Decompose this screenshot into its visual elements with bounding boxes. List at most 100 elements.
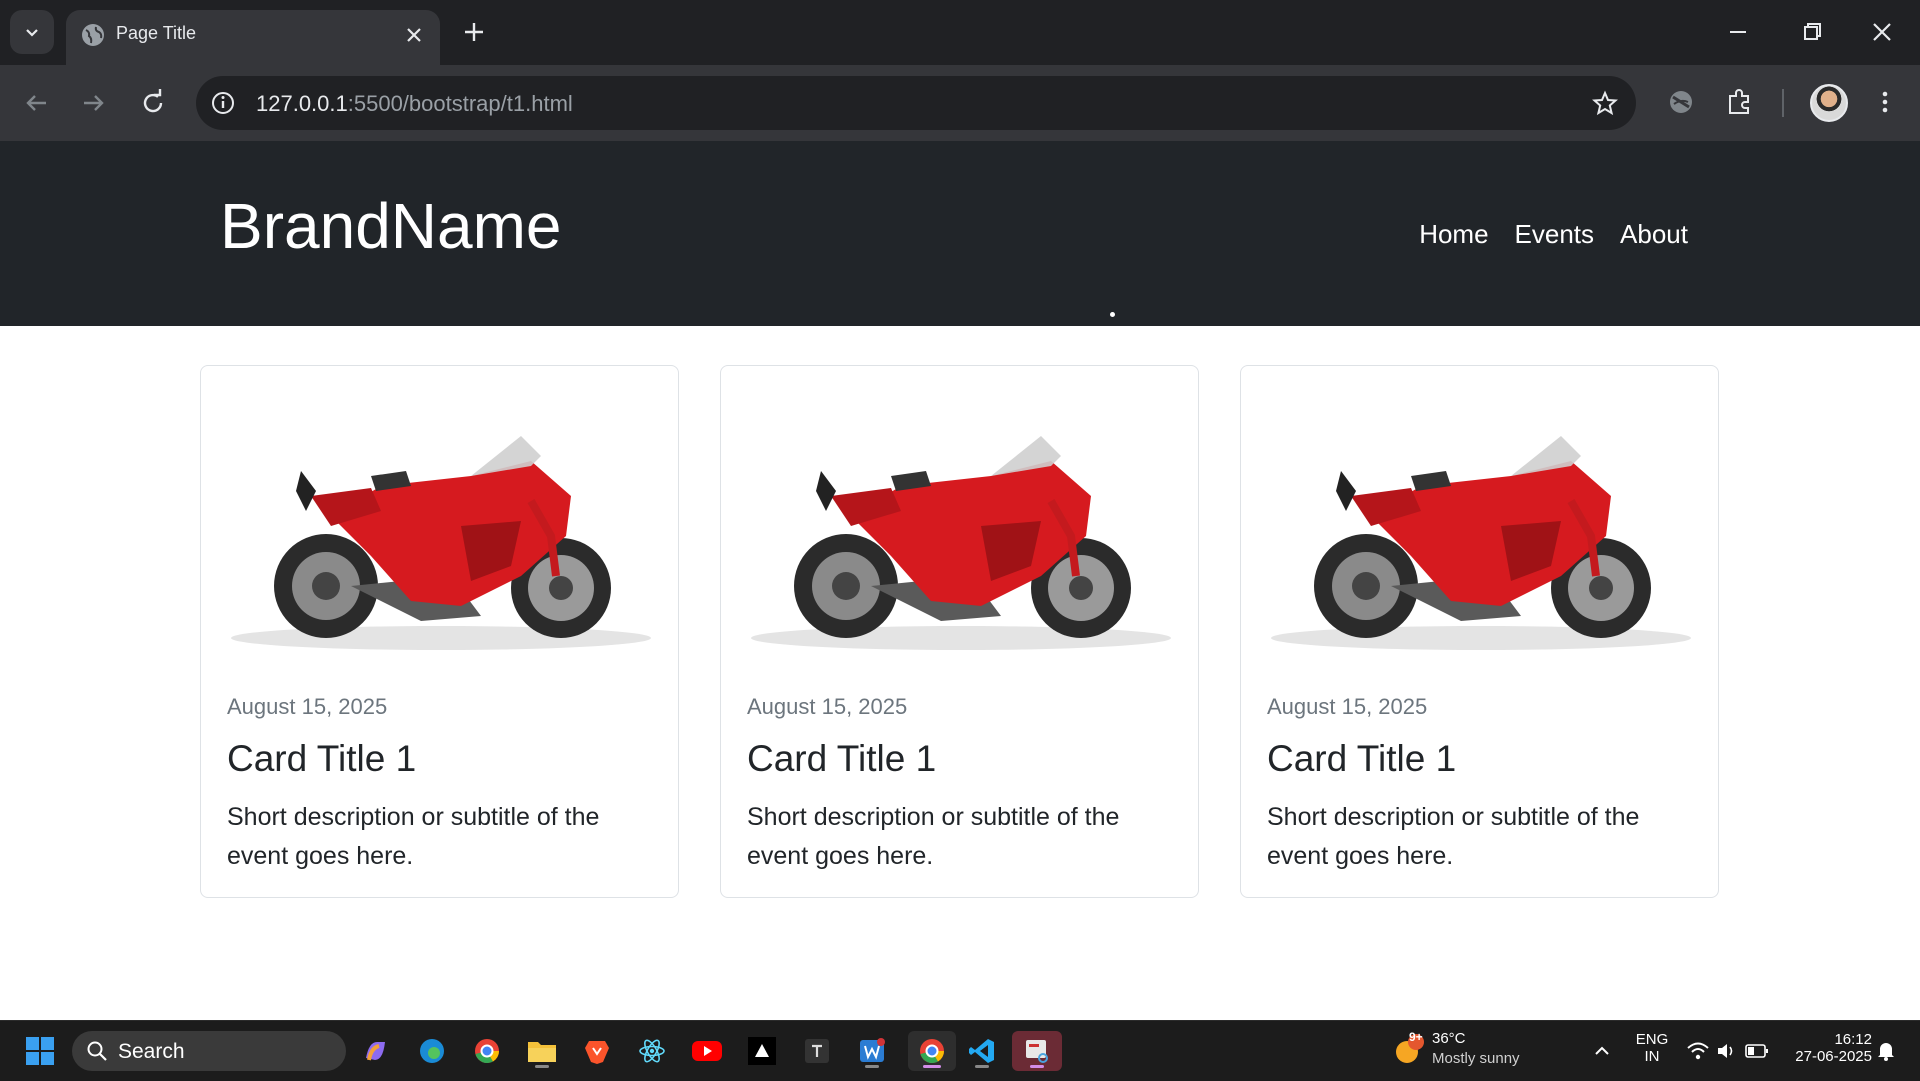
card-description: Short description or subtitle of the eve… <box>747 803 1120 870</box>
active-indicator <box>1030 1065 1044 1068</box>
tab-title: Page Title <box>116 23 197 43</box>
react-app[interactable] <box>632 1031 672 1071</box>
event-card[interactable]: August 15, 2025 Card Title 1 Short descr… <box>200 365 679 898</box>
vscode-icon <box>969 1039 994 1063</box>
react-icon <box>639 1039 665 1063</box>
extension-block-icon[interactable] <box>1666 87 1696 117</box>
brave-app[interactable] <box>577 1031 617 1071</box>
weather-description: Mostly sunny <box>1432 1050 1520 1067</box>
battery-icon[interactable] <box>1745 1042 1769 1060</box>
clock[interactable]: 16:12 27-06-2025 <box>1782 1031 1872 1065</box>
notion-app[interactable] <box>742 1031 782 1071</box>
restore-icon[interactable] <box>1796 16 1828 48</box>
chevron-down-icon <box>26 29 38 37</box>
site-navbar: BrandName Home Events About <box>0 141 1920 326</box>
card-description: Short description or subtitle of the eve… <box>227 803 600 870</box>
event-card[interactable]: August 15, 2025 Card Title 1 Short descr… <box>1240 365 1719 898</box>
card-description: Short description or subtitle of the eve… <box>1267 803 1640 870</box>
youtube-icon <box>692 1041 722 1061</box>
card-date: August 15, 2025 <box>227 694 388 719</box>
globe-icon <box>82 24 104 46</box>
region-code: IN <box>1644 1048 1660 1065</box>
windows-logo-icon <box>26 1037 54 1065</box>
volume-icon[interactable] <box>1715 1040 1737 1062</box>
card-date: August 15, 2025 <box>1267 694 1428 719</box>
url-text: 127.0.0.1:5500/bootstrap/t1.html <box>256 91 573 117</box>
vscode-app[interactable] <box>962 1031 1002 1071</box>
close-window-icon[interactable] <box>1866 16 1898 48</box>
motorcycle-image <box>741 406 1181 666</box>
back-icon[interactable] <box>20 87 52 119</box>
browser-tab[interactable]: Page Title <box>66 10 440 65</box>
edge-icon <box>420 1039 444 1063</box>
tab-search-button[interactable] <box>10 10 54 54</box>
card-title: Card Title 1 <box>747 738 937 779</box>
file-explorer-app[interactable] <box>522 1031 562 1071</box>
active-indicator <box>923 1065 941 1068</box>
card-title: Card Title 1 <box>227 738 417 779</box>
word-app[interactable] <box>852 1031 892 1071</box>
clock-date: 27-06-2025 <box>1795 1048 1872 1065</box>
browser-toolbar: 127.0.0.1:5500/bootstrap/t1.html <box>0 65 1920 141</box>
motorcycle-image <box>1261 406 1701 666</box>
wifi-icon[interactable] <box>1686 1040 1710 1062</box>
language-code: ENG <box>1635 1031 1669 1048</box>
extensions-puzzle-icon[interactable] <box>1725 87 1755 117</box>
site-info-icon[interactable] <box>210 90 236 116</box>
copilot-app[interactable] <box>356 1031 396 1071</box>
brave-icon <box>585 1041 609 1064</box>
chevron-up-icon[interactable] <box>1592 1041 1612 1061</box>
clock-time: 16:12 <box>1834 1031 1872 1048</box>
triangle-app-icon <box>748 1037 776 1065</box>
word-icon <box>860 1038 885 1062</box>
nav-link-about[interactable]: About <box>1620 219 1688 250</box>
forward-icon[interactable] <box>78 87 110 119</box>
profile-avatar[interactable] <box>1810 84 1848 122</box>
card-date: August 15, 2025 <box>747 694 908 719</box>
nav-link-events[interactable]: Events <box>1515 219 1595 250</box>
weather-badge: 9+ <box>1409 1030 1423 1044</box>
toolbar-divider <box>1782 89 1784 117</box>
snipping-tool-app[interactable] <box>1012 1031 1062 1071</box>
windows-taskbar: Search 9+ 36°C Mostly sunny ENG IN 16:12… <box>0 1020 1920 1081</box>
youtube-app[interactable] <box>687 1031 727 1071</box>
running-indicator <box>865 1065 879 1068</box>
url-path: :5500/bootstrap/t1.html <box>347 91 573 116</box>
motorcycle-image <box>221 406 661 666</box>
typora-app[interactable] <box>797 1031 837 1071</box>
start-button[interactable] <box>20 1031 60 1071</box>
chrome-icon <box>475 1039 500 1064</box>
brand-logo-text[interactable]: BrandName <box>220 189 562 263</box>
reload-icon[interactable] <box>137 87 169 119</box>
chrome-profile-icon <box>920 1039 945 1064</box>
bookmark-star-icon[interactable] <box>1592 90 1618 116</box>
t-app-icon <box>805 1039 829 1063</box>
running-indicator <box>975 1065 989 1068</box>
close-tab-icon[interactable] <box>402 23 426 47</box>
url-host: 127.0.0.1 <box>256 91 348 116</box>
running-indicator <box>535 1065 549 1068</box>
card-title: Card Title 1 <box>1267 738 1457 779</box>
browser-tab-bar: Page Title <box>0 0 1920 65</box>
copilot-icon <box>366 1042 385 1061</box>
chrome-active-app[interactable] <box>908 1031 956 1071</box>
nav-link-home[interactable]: Home <box>1419 219 1488 250</box>
search-icon <box>87 1041 107 1061</box>
new-tab-icon[interactable] <box>458 16 490 48</box>
address-bar[interactable]: 127.0.0.1:5500/bootstrap/t1.html <box>196 76 1636 130</box>
edge-app[interactable] <box>412 1031 452 1071</box>
event-cards: August 15, 2025 Card Title 1 Short descr… <box>200 365 1722 900</box>
snipping-tool-icon <box>1026 1040 1048 1063</box>
search-label: Search <box>118 1040 185 1063</box>
kebab-menu-icon[interactable] <box>1870 87 1900 117</box>
weather-temp: 36°C <box>1432 1030 1466 1047</box>
language-indicator[interactable]: ENG IN <box>1628 1031 1676 1065</box>
folder-icon <box>528 1042 556 1062</box>
event-card[interactable]: August 15, 2025 Card Title 1 Short descr… <box>720 365 1199 898</box>
cursor-dot <box>1110 312 1115 317</box>
chrome-app[interactable] <box>467 1031 507 1071</box>
nav-links: Home Events About <box>1419 219 1688 250</box>
taskbar-search[interactable]: Search <box>72 1031 346 1071</box>
notification-bell-icon[interactable] <box>1874 1039 1898 1063</box>
minimize-icon[interactable] <box>1722 16 1754 48</box>
